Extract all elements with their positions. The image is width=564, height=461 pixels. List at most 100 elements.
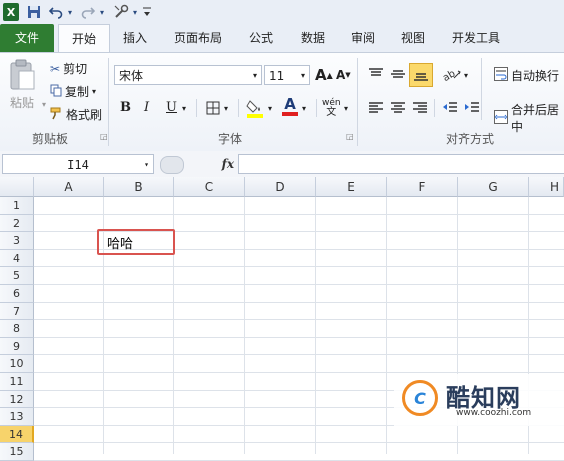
row-header[interactable]: 13 (0, 408, 34, 426)
copy-dropdown-icon[interactable]: ▾ (92, 87, 96, 96)
align-center-icon[interactable] (390, 101, 406, 115)
shrink-font-button[interactable]: A ▼ (336, 68, 351, 82)
paste-icon[interactable] (8, 58, 38, 92)
font-name-dropdown-icon[interactable]: ▾ (253, 66, 257, 86)
column-header-d[interactable]: D (245, 177, 316, 197)
underline-dropdown-icon[interactable]: ▾ (182, 104, 186, 113)
align-left-icon[interactable] (368, 101, 384, 115)
row-header[interactable]: 3 (0, 232, 34, 250)
align-bottom-icon[interactable] (409, 63, 433, 87)
row-header[interactable]: 12 (0, 390, 34, 409)
undo-icon[interactable] (48, 3, 64, 21)
customize-icon[interactable] (112, 3, 130, 21)
format-painter-button[interactable]: 格式刷 (50, 106, 102, 123)
row-header[interactable]: 10 (0, 355, 34, 373)
increase-indent-icon[interactable] (464, 101, 480, 115)
column-header-a[interactable]: A (34, 177, 104, 197)
customize-dropdown-icon[interactable]: ▾ (131, 3, 139, 21)
phonetic-dropdown-icon[interactable]: ▾ (344, 104, 348, 113)
fill-color-dropdown-icon[interactable]: ▾ (268, 104, 272, 113)
column-gridline (315, 197, 316, 454)
underline-button[interactable]: U (166, 100, 177, 115)
font-name-value: 宋体 (119, 69, 144, 83)
tab-developer[interactable]: 开发工具 (446, 24, 506, 52)
orientation-dropdown-icon[interactable]: ▾ (464, 71, 468, 80)
font-color-dropdown-icon[interactable]: ▾ (302, 104, 306, 113)
row-gridline (34, 354, 564, 356)
watermark-url: www.coozhi.com (456, 408, 532, 418)
name-box[interactable]: I14 ▾ (2, 154, 154, 174)
row-header[interactable]: 4 (0, 249, 34, 268)
undo-dropdown-icon[interactable]: ▾ (66, 3, 74, 21)
tab-insert[interactable]: 插入 (118, 24, 152, 52)
row-header[interactable]: 5 (0, 267, 34, 285)
tab-data[interactable]: 数据 (296, 24, 330, 52)
italic-button[interactable]: I (144, 100, 149, 115)
row-gridline (34, 372, 564, 373)
row-header[interactable]: 7 (0, 302, 34, 321)
redo-icon[interactable] (80, 3, 96, 21)
paste-dropdown-icon[interactable]: ▾ (42, 100, 46, 109)
tab-page-layout[interactable]: 页面布局 (168, 24, 228, 52)
separator (238, 99, 239, 117)
select-all-corner[interactable] (0, 177, 34, 197)
column-header-e[interactable]: E (316, 177, 387, 197)
font-launcher-icon[interactable]: ◲ (346, 132, 354, 141)
row-gridline (34, 442, 564, 444)
name-box-dropdown-icon[interactable]: ▾ (144, 155, 149, 175)
orientation-icon[interactable]: ab (442, 66, 462, 82)
phonetic-button[interactable]: wén 文 (322, 98, 341, 118)
column-header-b[interactable]: B (104, 177, 174, 197)
formula-bar-toggle-icon[interactable] (160, 156, 184, 174)
font-name-box[interactable]: 宋体 ▾ (114, 65, 262, 85)
row-header[interactable]: 6 (0, 285, 34, 303)
align-middle-icon[interactable] (390, 67, 406, 81)
row-header[interactable]: 8 (0, 320, 34, 338)
tab-view[interactable]: 视图 (396, 24, 430, 52)
row-header[interactable]: 9 (0, 337, 34, 356)
tab-formulas[interactable]: 公式 (244, 24, 278, 52)
grow-font-button[interactable]: A ▲ (315, 66, 333, 84)
tab-home[interactable]: 开始 (58, 24, 110, 53)
separator (316, 99, 317, 117)
formula-input[interactable] (238, 154, 564, 174)
row-header[interactable]: 15 (0, 443, 34, 461)
wrap-text-button[interactable]: 自动换行 (494, 67, 559, 84)
qat-menu-icon[interactable] (142, 3, 152, 21)
borders-dropdown-icon[interactable]: ▾ (224, 104, 228, 113)
row-header[interactable]: 2 (0, 214, 34, 233)
column-header-h[interactable]: H (529, 177, 564, 197)
decrease-indent-icon[interactable] (442, 101, 458, 115)
tab-review[interactable]: 审阅 (346, 24, 380, 52)
align-top-icon[interactable] (368, 67, 384, 81)
shrink-font-icon: ▼ (345, 71, 351, 79)
column-gridline (386, 197, 387, 454)
fill-color-icon[interactable] (246, 98, 264, 118)
font-size-dropdown-icon[interactable]: ▾ (301, 66, 305, 86)
column-header-c[interactable]: C (174, 177, 245, 197)
paste-button[interactable]: 粘贴 (10, 94, 34, 111)
copy-icon (50, 84, 62, 100)
bold-button[interactable]: B (120, 100, 131, 115)
scissors-icon: ✂ (50, 61, 61, 76)
insert-function-button[interactable]: fx (190, 154, 234, 174)
font-color-label: A (284, 95, 296, 113)
quick-access-toolbar: X ▾ ▾ ▾ (0, 0, 564, 25)
row-header[interactable]: 14 (0, 425, 34, 444)
column-header-g[interactable]: G (458, 177, 529, 197)
font-size-box[interactable]: 11 ▾ (264, 65, 310, 85)
copy-button[interactable]: 复制 ▾ (50, 83, 96, 100)
cell-b3[interactable]: 哈哈 (107, 233, 133, 252)
tab-file[interactable]: 文件 (0, 24, 54, 52)
clipboard-launcher-icon[interactable]: ◲ (100, 132, 108, 141)
align-right-icon[interactable] (412, 101, 428, 115)
row-header[interactable]: 11 (0, 373, 34, 391)
row-header[interactable]: 1 (0, 197, 34, 215)
save-icon[interactable] (26, 3, 42, 21)
font-color-button[interactable]: A (282, 97, 298, 116)
formula-bar: I14 ▾ fx (0, 151, 564, 178)
borders-icon[interactable] (206, 101, 220, 115)
cut-button[interactable]: ✂ 剪切 (50, 60, 87, 77)
redo-dropdown-icon[interactable]: ▾ (98, 3, 106, 21)
column-header-f[interactable]: F (387, 177, 458, 197)
